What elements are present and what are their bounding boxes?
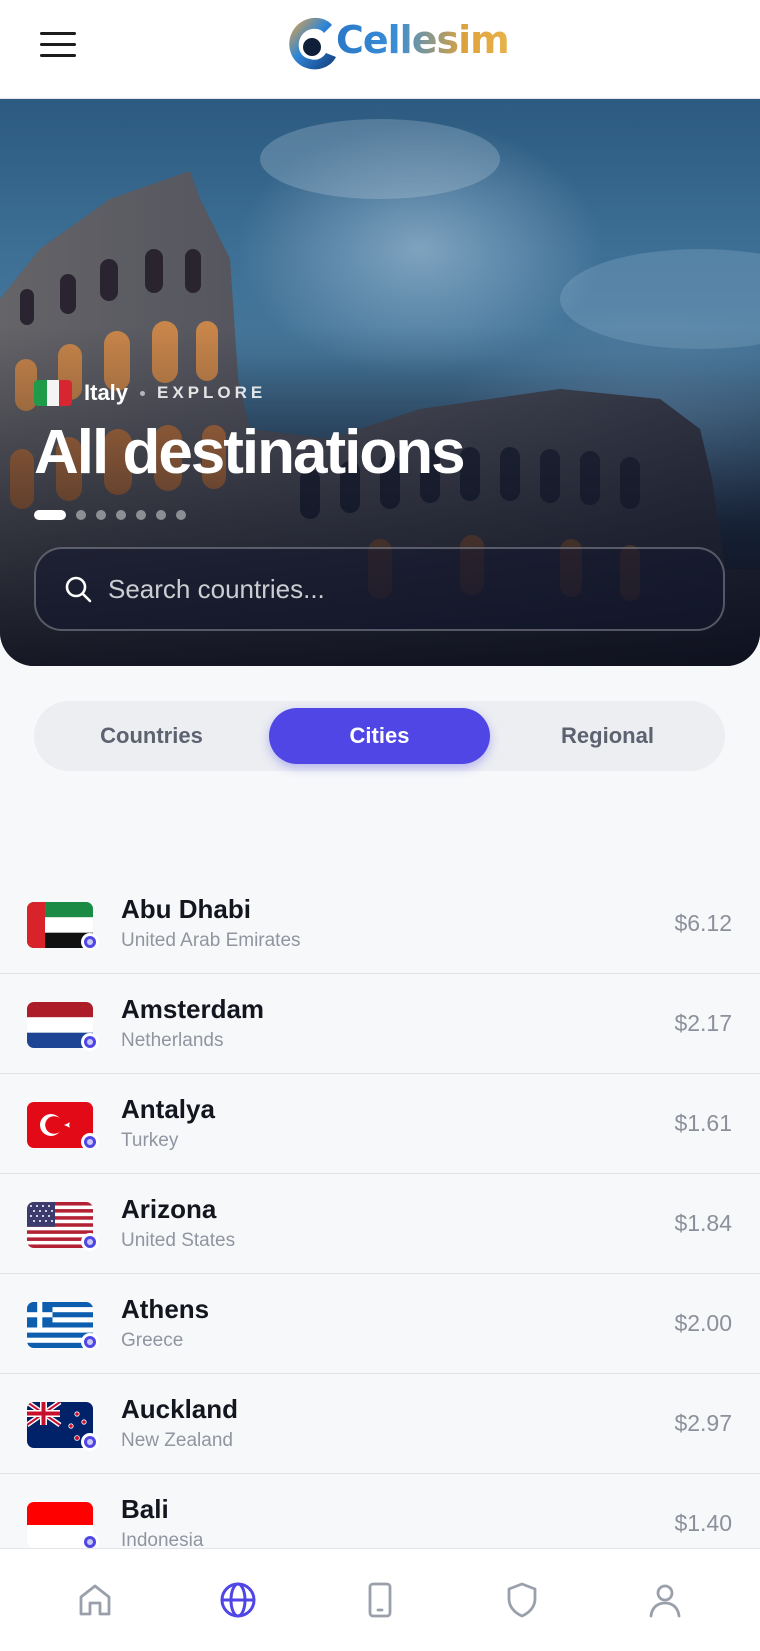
- tab-cities[interactable]: Cities: [269, 708, 490, 764]
- city-price: $2.00: [674, 1310, 732, 1336]
- carousel-dot[interactable]: [136, 510, 146, 520]
- city-price: $6.12: [674, 910, 732, 936]
- nav-profile[interactable]: [635, 1570, 695, 1630]
- city-price: $1.61: [674, 1110, 732, 1136]
- bottom-navigation: [0, 1548, 760, 1651]
- esim-badge-icon: [81, 1233, 99, 1251]
- city-country: New Zealand: [121, 1430, 233, 1451]
- carousel-dot[interactable]: [176, 510, 186, 520]
- list-item[interactable]: Antalya Turkey $1.61: [0, 1074, 760, 1174]
- list-item[interactable]: Bali Indonesia $1.40: [0, 1474, 760, 1548]
- device-icon: [368, 1582, 392, 1618]
- esim-badge-icon: [81, 1133, 99, 1151]
- list-item[interactable]: Auckland New Zealand $2.97: [0, 1374, 760, 1474]
- top-bar: Cellesim: [0, 0, 760, 99]
- shield-icon: [507, 1582, 537, 1618]
- nav-security[interactable]: [492, 1570, 552, 1630]
- search-icon: [65, 576, 92, 603]
- list-item[interactable]: Abu Dhabi United Arab Emirates $6.12: [0, 874, 760, 974]
- carousel-dot[interactable]: [34, 510, 66, 520]
- city-country: United Arab Emirates: [121, 930, 301, 951]
- carousel-dot[interactable]: [76, 510, 86, 520]
- profile-icon: [649, 1584, 681, 1618]
- italy-flag-icon: [34, 380, 72, 406]
- esim-badge-icon: [81, 1433, 99, 1451]
- city-country: United States: [121, 1230, 236, 1251]
- esim-badge-icon: [81, 933, 99, 951]
- globe-icon: [220, 1582, 256, 1618]
- esim-badge-icon: [81, 1333, 99, 1351]
- list-item[interactable]: Arizona United States $1.84: [0, 1174, 760, 1274]
- brand-name: Cellesim: [336, 18, 510, 62]
- list-item[interactable]: Athens Greece $2.00: [0, 1274, 760, 1374]
- nav-destinations[interactable]: [208, 1570, 268, 1630]
- tab-countries[interactable]: Countries: [41, 708, 262, 764]
- carousel-dot[interactable]: [156, 510, 166, 520]
- city-price: $2.97: [674, 1410, 732, 1436]
- carousel-dot[interactable]: [116, 510, 126, 520]
- tab-regional[interactable]: Regional: [497, 708, 718, 764]
- city-price: $2.17: [674, 1010, 732, 1036]
- separator-dot: [140, 390, 146, 396]
- carousel-indicators: [34, 510, 186, 520]
- list-item[interactable]: Amsterdam Netherlands $2.17: [0, 974, 760, 1074]
- city-name: Athens: [121, 1294, 210, 1324]
- city-price: $1.84: [674, 1210, 732, 1236]
- destination-type-tabs: Countries Cities Regional: [34, 701, 725, 771]
- page-title: All destinations: [34, 418, 466, 487]
- city-name: Antalya: [121, 1094, 215, 1124]
- hero-eyebrow: EXPLORE: [157, 383, 267, 402]
- search-bar[interactable]: [34, 547, 725, 631]
- carousel-dot[interactable]: [96, 510, 106, 520]
- esim-badge-icon: [81, 1533, 99, 1548]
- logo-mark-icon: [289, 17, 336, 70]
- city-price: $1.40: [674, 1510, 732, 1536]
- city-name: Amsterdam: [121, 994, 265, 1024]
- city-country: Indonesia: [121, 1530, 204, 1548]
- city-name: Abu Dhabi: [121, 894, 251, 924]
- hero-banner: Italy EXPLORE All destinations: [0, 99, 760, 666]
- city-country: Turkey: [121, 1130, 179, 1151]
- city-name: Auckland: [121, 1394, 239, 1424]
- nav-home[interactable]: [65, 1570, 125, 1630]
- hero-country-name: Italy: [84, 380, 129, 405]
- home-icon: [79, 1584, 111, 1616]
- city-list: Abu Dhabi United Arab Emirates $6.12 Ams…: [0, 874, 760, 1548]
- city-name: Arizona: [121, 1194, 217, 1224]
- city-country: Greece: [121, 1330, 184, 1351]
- brand-logo[interactable]: Cellesim: [284, 10, 510, 74]
- search-input[interactable]: [108, 573, 668, 605]
- city-country: Netherlands: [121, 1030, 224, 1051]
- hero-location: Italy EXPLORE: [34, 380, 266, 406]
- esim-badge-icon: [81, 1033, 99, 1051]
- nav-my-esims[interactable]: [350, 1570, 410, 1630]
- city-name: Bali: [121, 1494, 169, 1524]
- hamburger-menu-icon[interactable]: [40, 26, 84, 62]
